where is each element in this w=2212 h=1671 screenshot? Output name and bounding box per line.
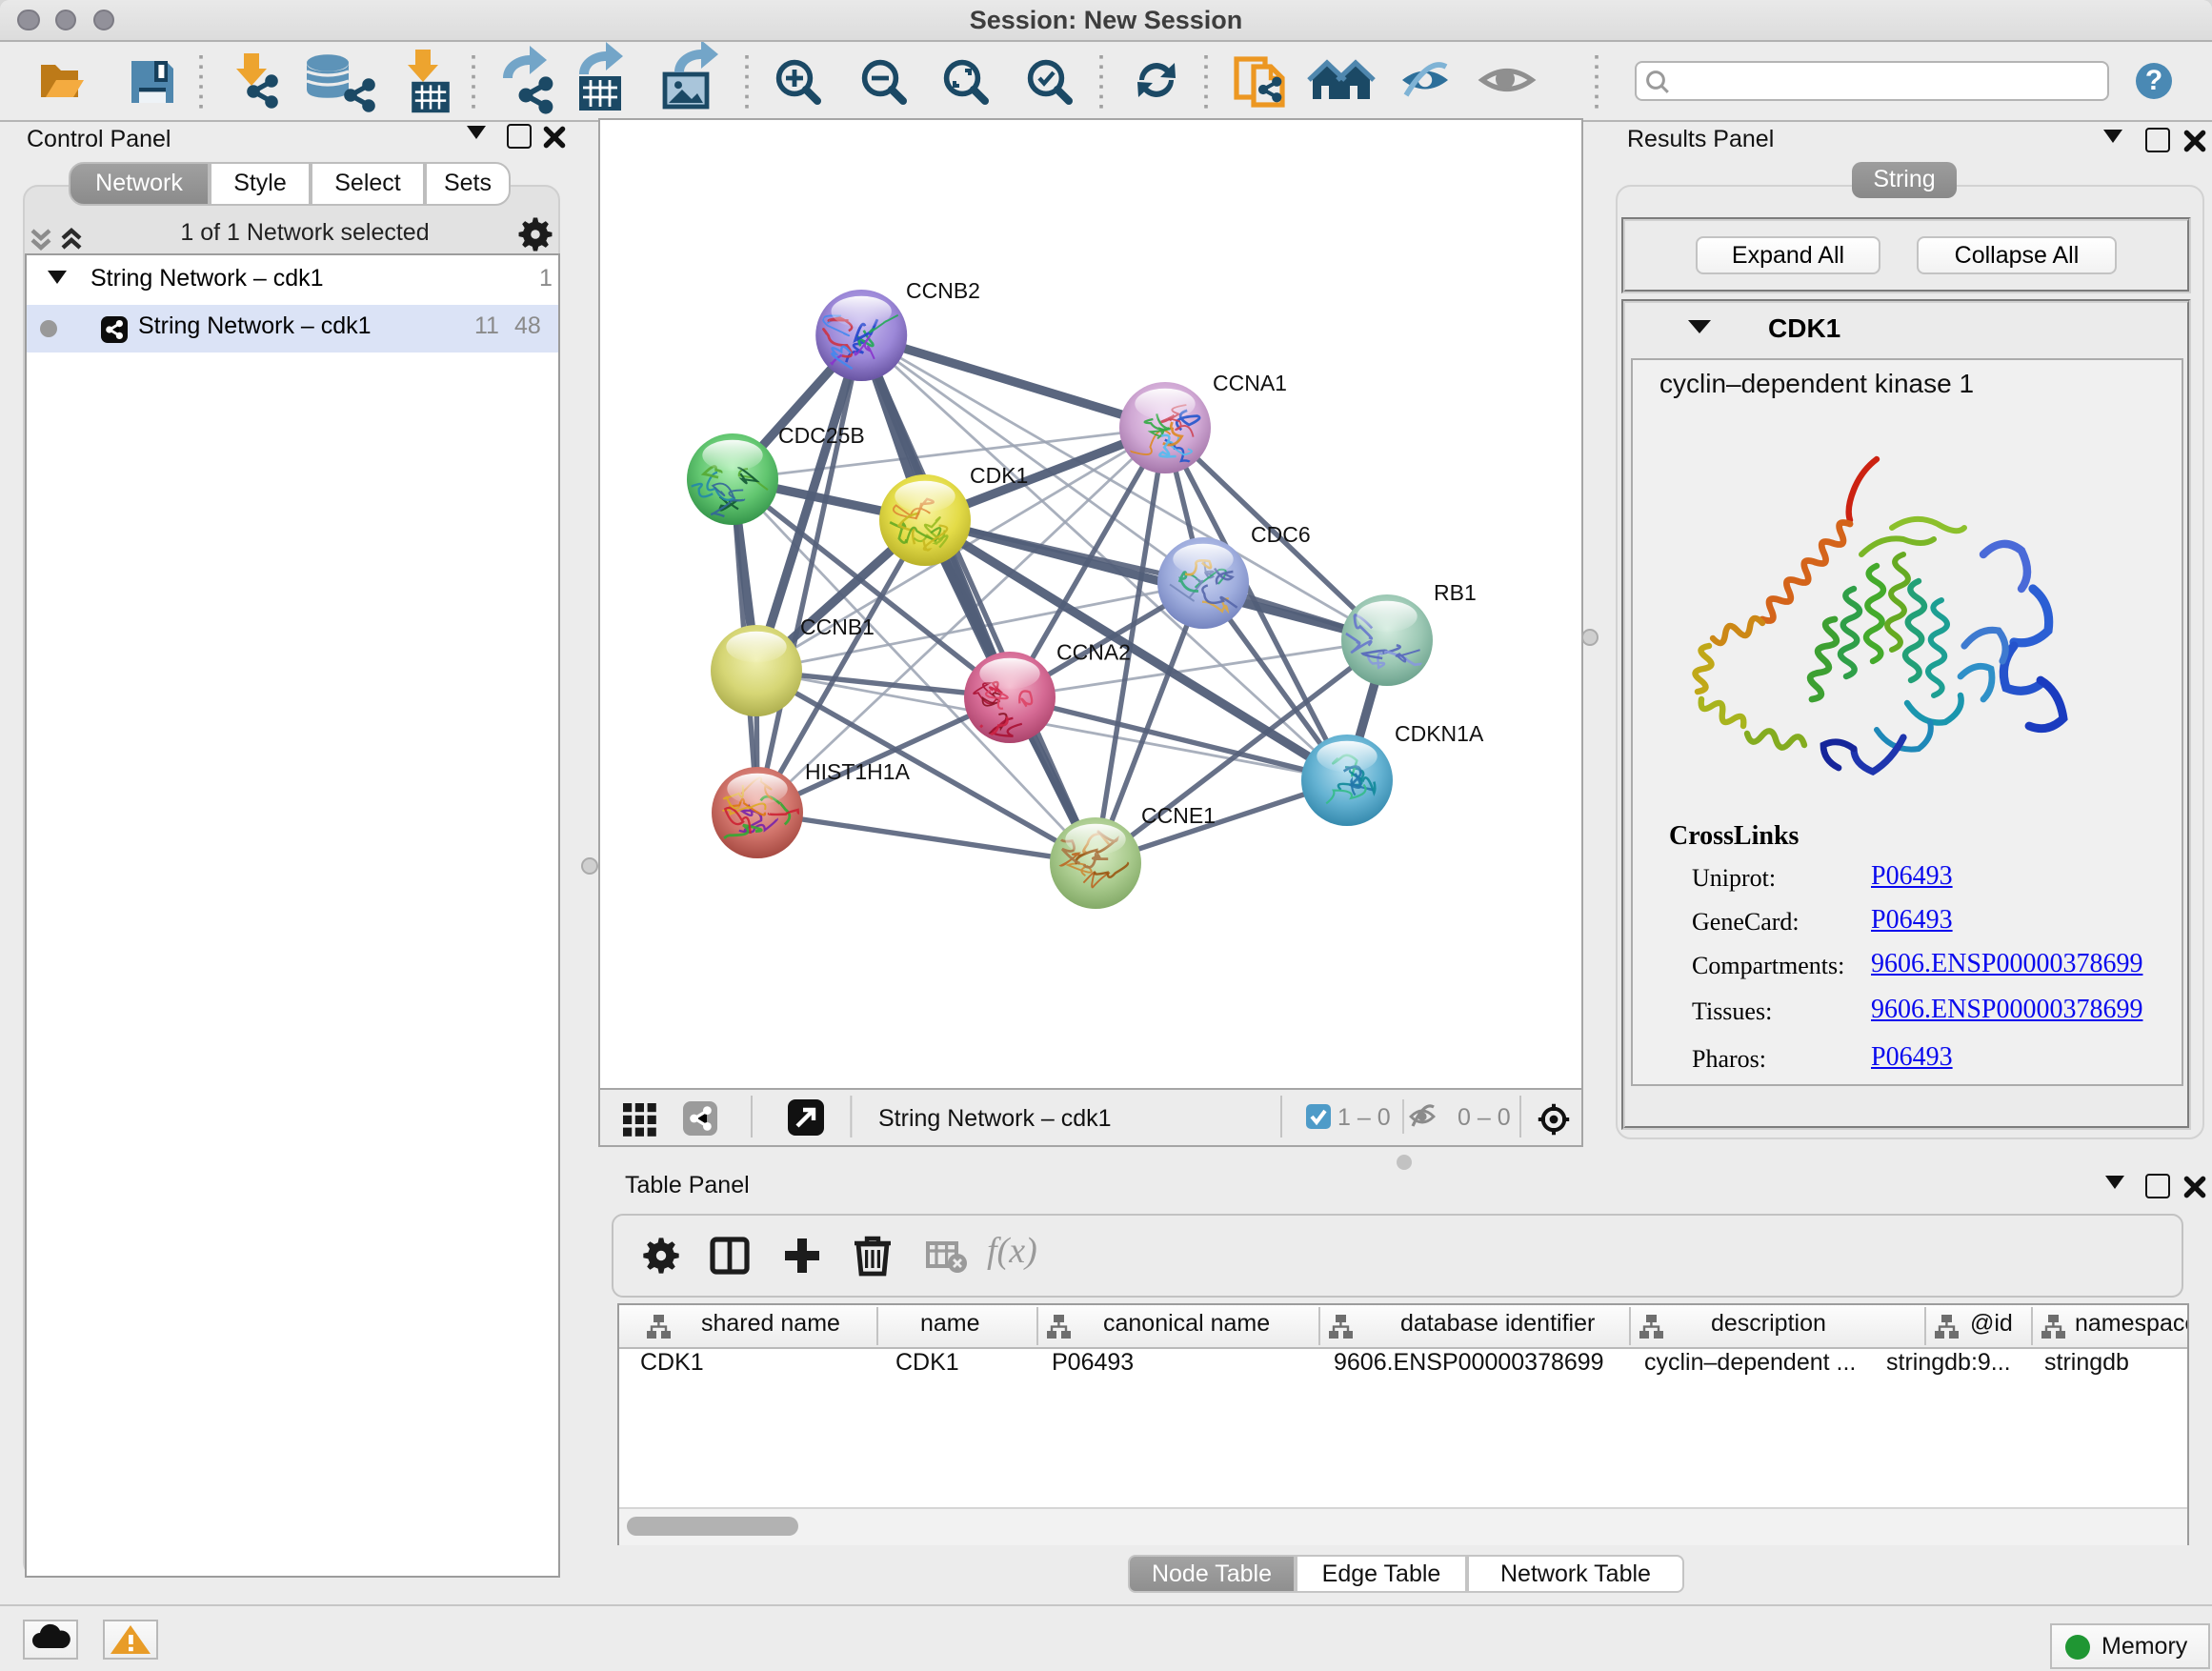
svg-text:namespace: namespace bbox=[2075, 1310, 2187, 1337]
svg-text:1 – 0: 1 – 0 bbox=[1337, 1104, 1391, 1131]
svg-text:CDC25B: CDC25B bbox=[778, 423, 865, 448]
svg-text:CCNA2: CCNA2 bbox=[1056, 640, 1131, 665]
svg-text:CDKN1A: CDKN1A bbox=[1395, 721, 1484, 746]
svg-text:CDK1: CDK1 bbox=[970, 463, 1028, 488]
svg-text:canonical name: canonical name bbox=[1103, 1310, 1270, 1337]
svg-text:shared name: shared name bbox=[701, 1310, 840, 1337]
svg-text:CCNB2: CCNB2 bbox=[906, 278, 980, 303]
svg-text:database identifier: database identifier bbox=[1400, 1310, 1595, 1337]
svg-text:CCNA1: CCNA1 bbox=[1213, 371, 1287, 395]
svg-text:RB1: RB1 bbox=[1434, 580, 1477, 605]
svg-text:CDC6: CDC6 bbox=[1251, 522, 1311, 547]
svg-text:description: description bbox=[1711, 1310, 1826, 1337]
svg-text:CCNE1: CCNE1 bbox=[1141, 803, 1216, 828]
svg-text:CCNB1: CCNB1 bbox=[800, 614, 875, 639]
svg-text:HIST1H1A: HIST1H1A bbox=[805, 759, 911, 784]
svg-text:String Network – cdk1: String Network – cdk1 bbox=[878, 1105, 1112, 1132]
svg-text:f(x): f(x) bbox=[987, 1231, 1037, 1271]
svg-text:0 – 0: 0 – 0 bbox=[1458, 1104, 1511, 1131]
svg-text:@id: @id bbox=[1970, 1310, 2013, 1337]
svg-text:name: name bbox=[920, 1310, 980, 1337]
